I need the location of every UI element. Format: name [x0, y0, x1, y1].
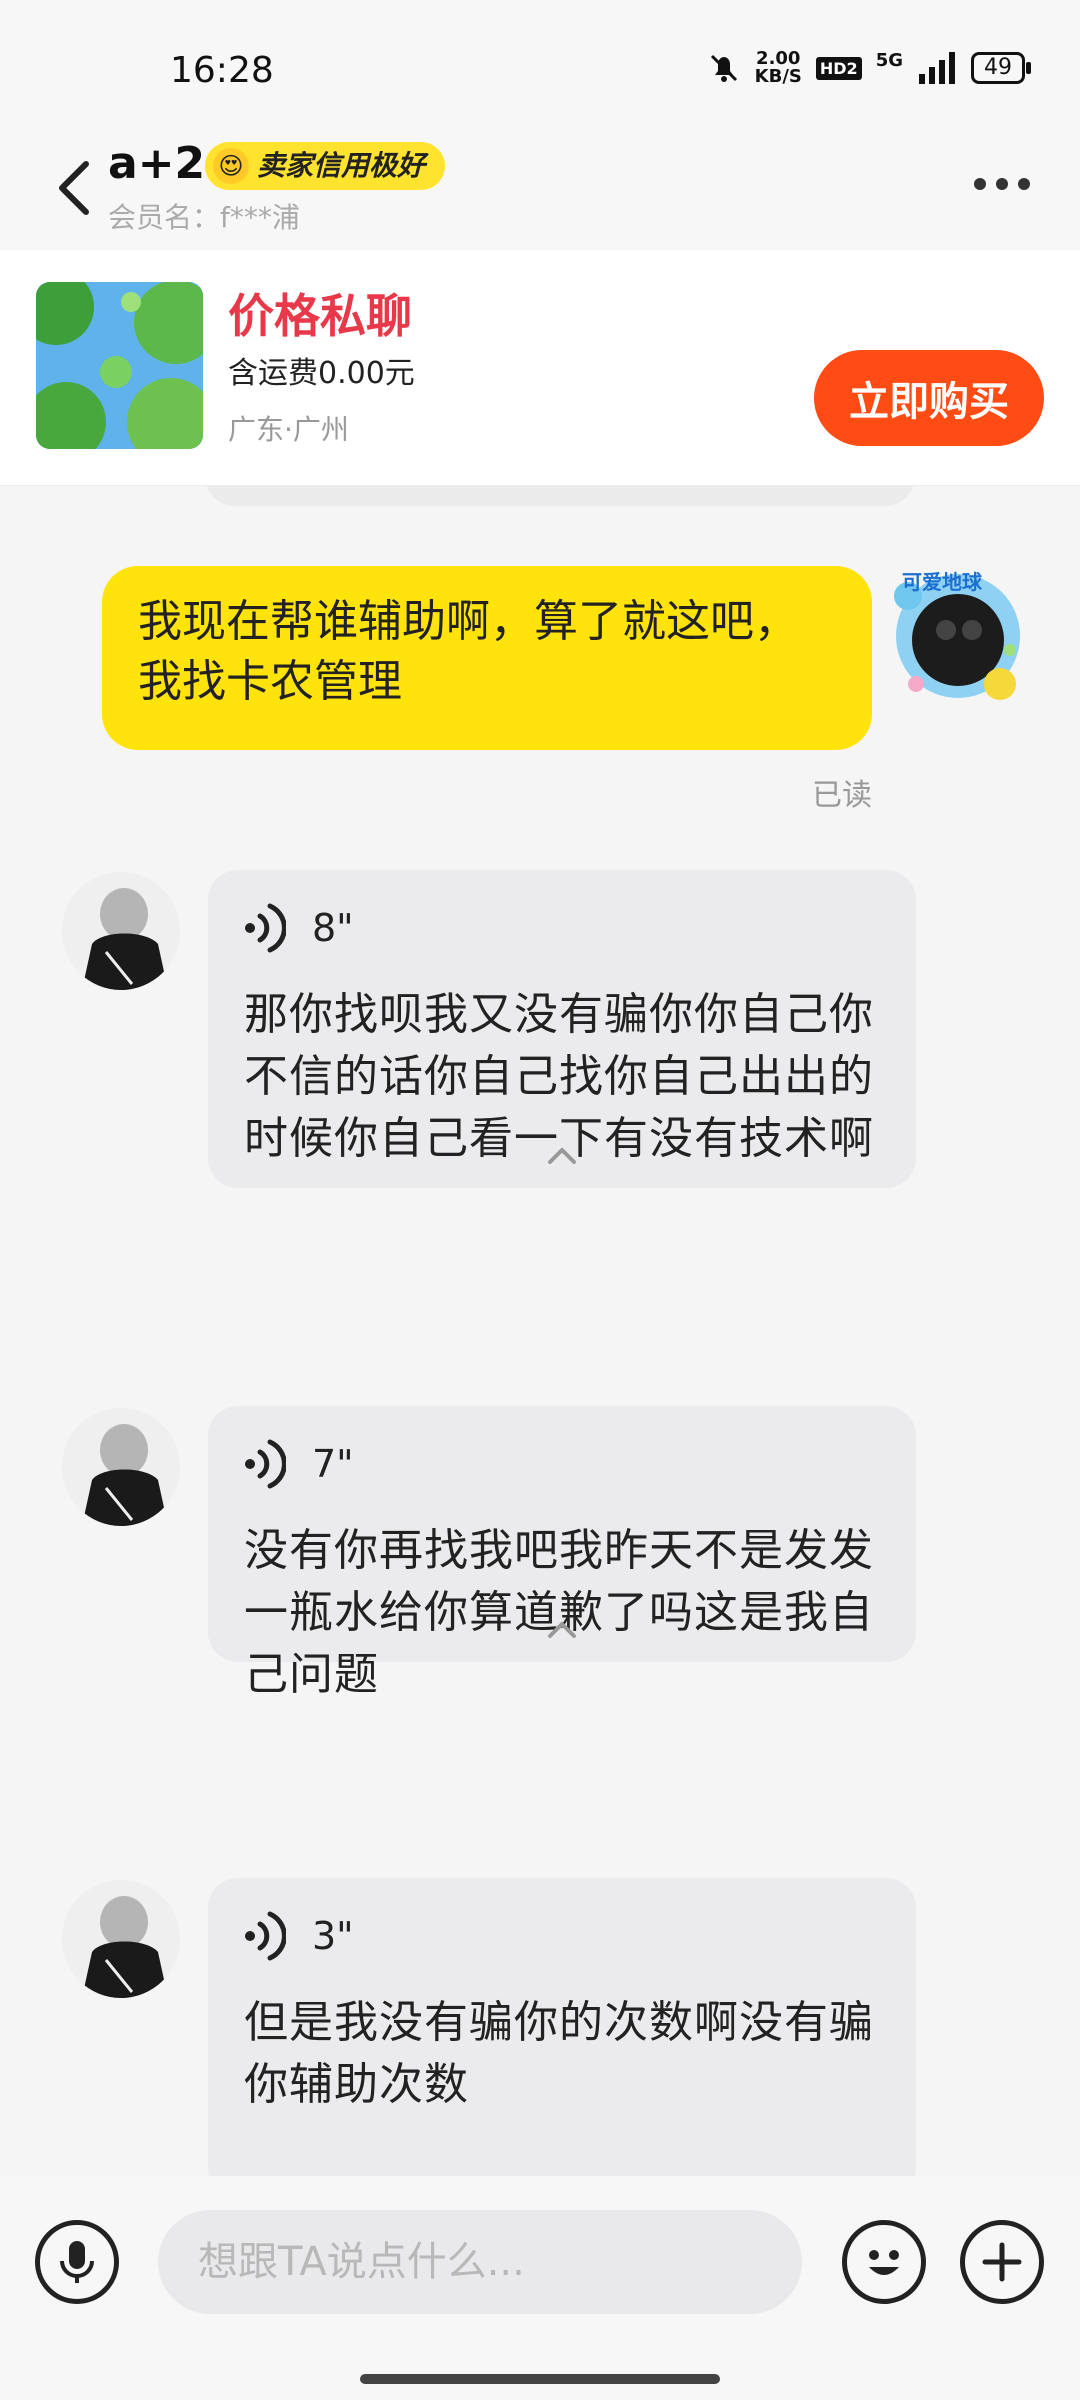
badge-label: 卖家信用极好	[257, 149, 426, 182]
voice-transcript: 但是我没有骗你的次数啊没有骗你辅助次数	[244, 1997, 874, 2110]
voice-duration: 8"	[312, 906, 354, 950]
battery-icon: 49	[971, 52, 1031, 84]
voice-wave-icon[interactable]	[244, 1910, 286, 1962]
buy-now-button[interactable]: 立即购买	[814, 350, 1044, 446]
status-time: 16:28	[170, 50, 274, 91]
message-input-bar	[0, 2176, 1080, 2400]
voice-duration: 7"	[312, 1442, 354, 1486]
chevron-up-icon[interactable]	[546, 1144, 578, 1168]
voice-input-button[interactable]	[35, 2220, 119, 2304]
smiley-icon	[869, 2250, 899, 2275]
voice-message-bubble[interactable]: 8" 那你找呗我又没有骗你你自己你不信的话你自己找你自己出出的时候你自己看一下有…	[208, 870, 916, 1188]
chat-header: a+2 😍 卖家信用极好 会员名：f***浦	[0, 130, 1080, 250]
contact-avatar[interactable]	[62, 1880, 180, 1998]
member-label: 会员名：	[108, 201, 221, 234]
voice-wave-icon[interactable]	[244, 902, 286, 954]
contact-avatar[interactable]	[62, 1408, 180, 1526]
product-price: 价格私聊	[228, 289, 412, 343]
outgoing-message-bubble[interactable]: 我现在帮谁辅助啊，算了就这吧，我找卡农管理	[102, 566, 872, 750]
home-indicator[interactable]	[360, 2374, 720, 2384]
read-receipt: 已读	[812, 778, 872, 813]
product-location: 广东·广州	[228, 413, 349, 446]
previous-message-bubble	[205, 486, 915, 506]
voice-transcript: 没有你再找我吧我昨天不是发发一瓶水给你算道歉了吗这是我自己问题	[244, 1525, 874, 1700]
member-info: 会员名：f***浦	[108, 196, 300, 236]
speed-unit: KB/S	[754, 66, 802, 87]
heart-eyes-emoji-icon: 😍	[213, 148, 249, 184]
product-shipping: 含运费0.00元	[228, 356, 415, 391]
emoji-button[interactable]	[842, 2220, 926, 2304]
network-speed: 2.00 KB/S	[755, 50, 802, 86]
more-options-icon[interactable]	[974, 178, 1030, 190]
product-card[interactable]: 价格私聊 含运费0.00元 广东·广州 立即购买	[0, 250, 1080, 486]
voice-wave-icon[interactable]	[244, 1438, 286, 1490]
seller-credit-badge: 😍 卖家信用极好	[205, 142, 446, 190]
signal-icon	[919, 52, 955, 84]
chat-contact-name[interactable]: a+2	[108, 138, 205, 189]
microphone-icon	[60, 2241, 94, 2283]
network-type: 5G	[875, 50, 903, 71]
back-arrow-icon[interactable]	[52, 158, 96, 218]
lotus-leaves-image	[36, 282, 203, 449]
contact-avatar[interactable]	[62, 872, 180, 990]
member-id: f***浦	[220, 201, 300, 234]
mute-bell-icon	[710, 54, 737, 82]
voice-message-bubble[interactable]: 7" 没有你再找我吧我昨天不是发发一瓶水给你算道歉了吗这是我自己问题	[208, 1406, 916, 1700]
chevron-up-icon[interactable]	[546, 1618, 578, 1642]
avatar-sticker-label: 可爱地球	[902, 570, 982, 594]
voice-message-bubble[interactable]: 3" 但是我没有骗你的次数啊没有骗你辅助次数	[208, 1878, 916, 2176]
product-thumbnail[interactable]	[36, 282, 203, 449]
status-icons: 2.00 KB/S HD2 5G 49	[707, 50, 1031, 86]
status-bar: 16:28 2.00 KB/S HD2 5G 49	[0, 0, 1080, 140]
voice-transcript: 那你找呗我又没有骗你你自己你不信的话你自己找你自己出出的时候你自己看一下有没有技…	[244, 989, 874, 1164]
my-avatar[interactable]: 可爱地球	[888, 566, 1028, 706]
more-actions-button[interactable]	[960, 2220, 1044, 2304]
plus-icon	[982, 2242, 1022, 2282]
hd-badge: HD2	[815, 56, 862, 80]
voice-duration: 3"	[312, 1914, 354, 1958]
chat-message-list[interactable]: 我现在帮谁辅助啊，算了就这吧，我找卡农管理 可爱地球 已读 8" 那你找呗我又没…	[0, 486, 1080, 2176]
message-input[interactable]	[158, 2210, 802, 2314]
